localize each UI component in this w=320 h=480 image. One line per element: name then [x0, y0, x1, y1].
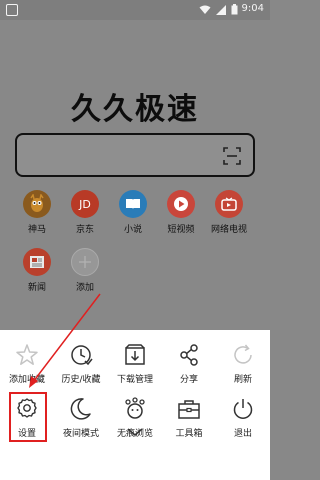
menu-exit[interactable]: 退出: [216, 396, 270, 446]
menu-toolbox[interactable]: 工具箱: [162, 396, 216, 446]
menu-label: 工具箱: [175, 429, 203, 439]
status-bar: 9:04: [0, 0, 270, 20]
app-notification-icon: [6, 4, 18, 16]
jd-icon: JD: [71, 190, 99, 218]
search-bar[interactable]: [15, 133, 255, 177]
shortcut-label: 添加: [75, 283, 94, 293]
add-icon: [71, 248, 99, 276]
menu-share[interactable]: 分享: [162, 342, 216, 392]
battery-icon: [231, 4, 238, 15]
menu-label: 下载管理: [116, 375, 153, 385]
shortcut-label: 神马: [27, 225, 46, 235]
menu-label: 刷新: [233, 375, 252, 385]
share-icon: [180, 344, 198, 366]
shortcut-novel[interactable]: 小说: [110, 190, 156, 235]
menu-label: 添加收藏: [8, 375, 45, 385]
menu-downloads[interactable]: 下载管理: [108, 342, 162, 392]
signal-icon: [216, 4, 226, 15]
menu-label: 分享: [179, 375, 198, 385]
shortcut-label: 小说: [123, 225, 142, 235]
status-time: 9:04: [241, 3, 264, 14]
shortcut-label: 京东: [75, 225, 94, 235]
shortcut-jd[interactable]: JD 京东: [62, 190, 108, 235]
play-icon: [167, 190, 195, 218]
menu-label: 夜间模式: [62, 429, 99, 439]
menu-night-mode[interactable]: 夜间模式: [54, 396, 108, 446]
menu-label: 历史/收藏: [61, 375, 101, 385]
refresh-icon: [234, 344, 252, 364]
menu-refresh[interactable]: 刷新: [216, 342, 270, 392]
shortcut-shenma[interactable]: 神马: [14, 190, 60, 235]
moon-icon: [70, 398, 91, 420]
shortcut-short-video[interactable]: 短视频: [158, 190, 204, 235]
tv-icon: [215, 190, 243, 218]
shortcut-label: 新闻: [27, 283, 46, 293]
toolbox-icon: [178, 400, 200, 419]
wifi-icon: [199, 5, 211, 14]
shortcut-web-tv[interactable]: 网络电视: [206, 190, 252, 235]
menu-history[interactable]: 历史/收藏: [54, 342, 108, 392]
app-title: 久久极速: [71, 92, 199, 127]
menu-incognito[interactable]: 无痕浏览: [108, 396, 162, 446]
scan-icon[interactable]: [223, 147, 241, 165]
menu-add-bookmark[interactable]: 添加收藏: [0, 342, 54, 392]
settings-highlight-box: [9, 392, 47, 442]
shortcut-news[interactable]: 新闻: [14, 248, 60, 293]
shortcut-label: 短视频: [167, 225, 195, 235]
shortcut-label: 网络电视: [210, 225, 247, 235]
book-icon: [119, 190, 147, 218]
status-icons: [199, 4, 238, 15]
history-icon: [71, 345, 93, 366]
jd-logo-text: JD: [79, 197, 91, 211]
shortcut-add[interactable]: 添加: [62, 248, 108, 293]
chevron-down-icon[interactable]: [126, 426, 144, 438]
download-icon: [125, 344, 145, 365]
star-icon: [16, 344, 38, 365]
news-icon: [23, 248, 51, 276]
shenma-icon: [23, 190, 51, 218]
menu-label: 退出: [233, 429, 252, 439]
power-icon: [233, 399, 253, 419]
incognito-icon: [125, 397, 145, 419]
